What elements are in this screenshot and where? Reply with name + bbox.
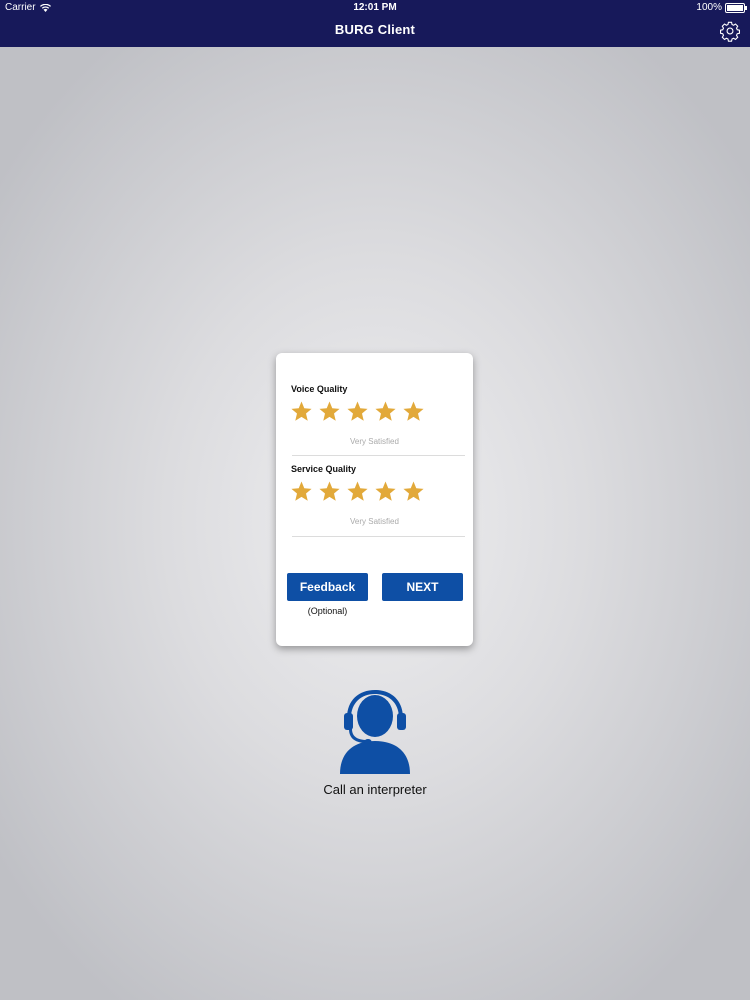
divider [292, 455, 465, 456]
service-star-2-icon[interactable] [318, 480, 341, 503]
voice-star-3-icon[interactable] [346, 400, 369, 423]
service-star-3-icon[interactable] [346, 480, 369, 503]
top-bar: Carrier 12:01 PM 100% BURG Client [0, 0, 750, 47]
voice-star-1-icon[interactable] [290, 400, 313, 423]
status-battery: 100% [696, 2, 747, 13]
battery-icon [725, 2, 747, 13]
battery-percent: 100% [696, 2, 722, 13]
voice-quality-rating-text: Very Satisfied [350, 437, 399, 446]
rating-card: Voice Quality Very Satisfied Service Qua… [276, 353, 473, 646]
service-quality-label: Service Quality [291, 464, 357, 474]
service-star-4-icon[interactable] [374, 480, 397, 503]
gear-icon[interactable] [719, 20, 741, 42]
voice-quality-stars[interactable] [290, 400, 425, 423]
headset-person-icon[interactable] [330, 688, 420, 778]
service-star-5-icon[interactable] [402, 480, 425, 503]
feedback-button[interactable]: Feedback [287, 573, 368, 601]
divider [292, 536, 465, 537]
voice-star-2-icon[interactable] [318, 400, 341, 423]
call-interpreter-label[interactable]: Call an interpreter [0, 782, 750, 797]
feedback-optional-note: (Optional) [307, 606, 348, 616]
voice-quality-label: Voice Quality [291, 384, 348, 394]
voice-star-4-icon[interactable] [374, 400, 397, 423]
service-quality-rating-text: Very Satisfied [350, 517, 399, 526]
voice-star-5-icon[interactable] [402, 400, 425, 423]
app-title: BURG Client [334, 22, 416, 37]
status-time: 12:01 PM [353, 2, 397, 13]
next-button[interactable]: NEXT [382, 573, 463, 601]
service-star-1-icon[interactable] [290, 480, 313, 503]
service-quality-stars[interactable] [290, 480, 425, 503]
